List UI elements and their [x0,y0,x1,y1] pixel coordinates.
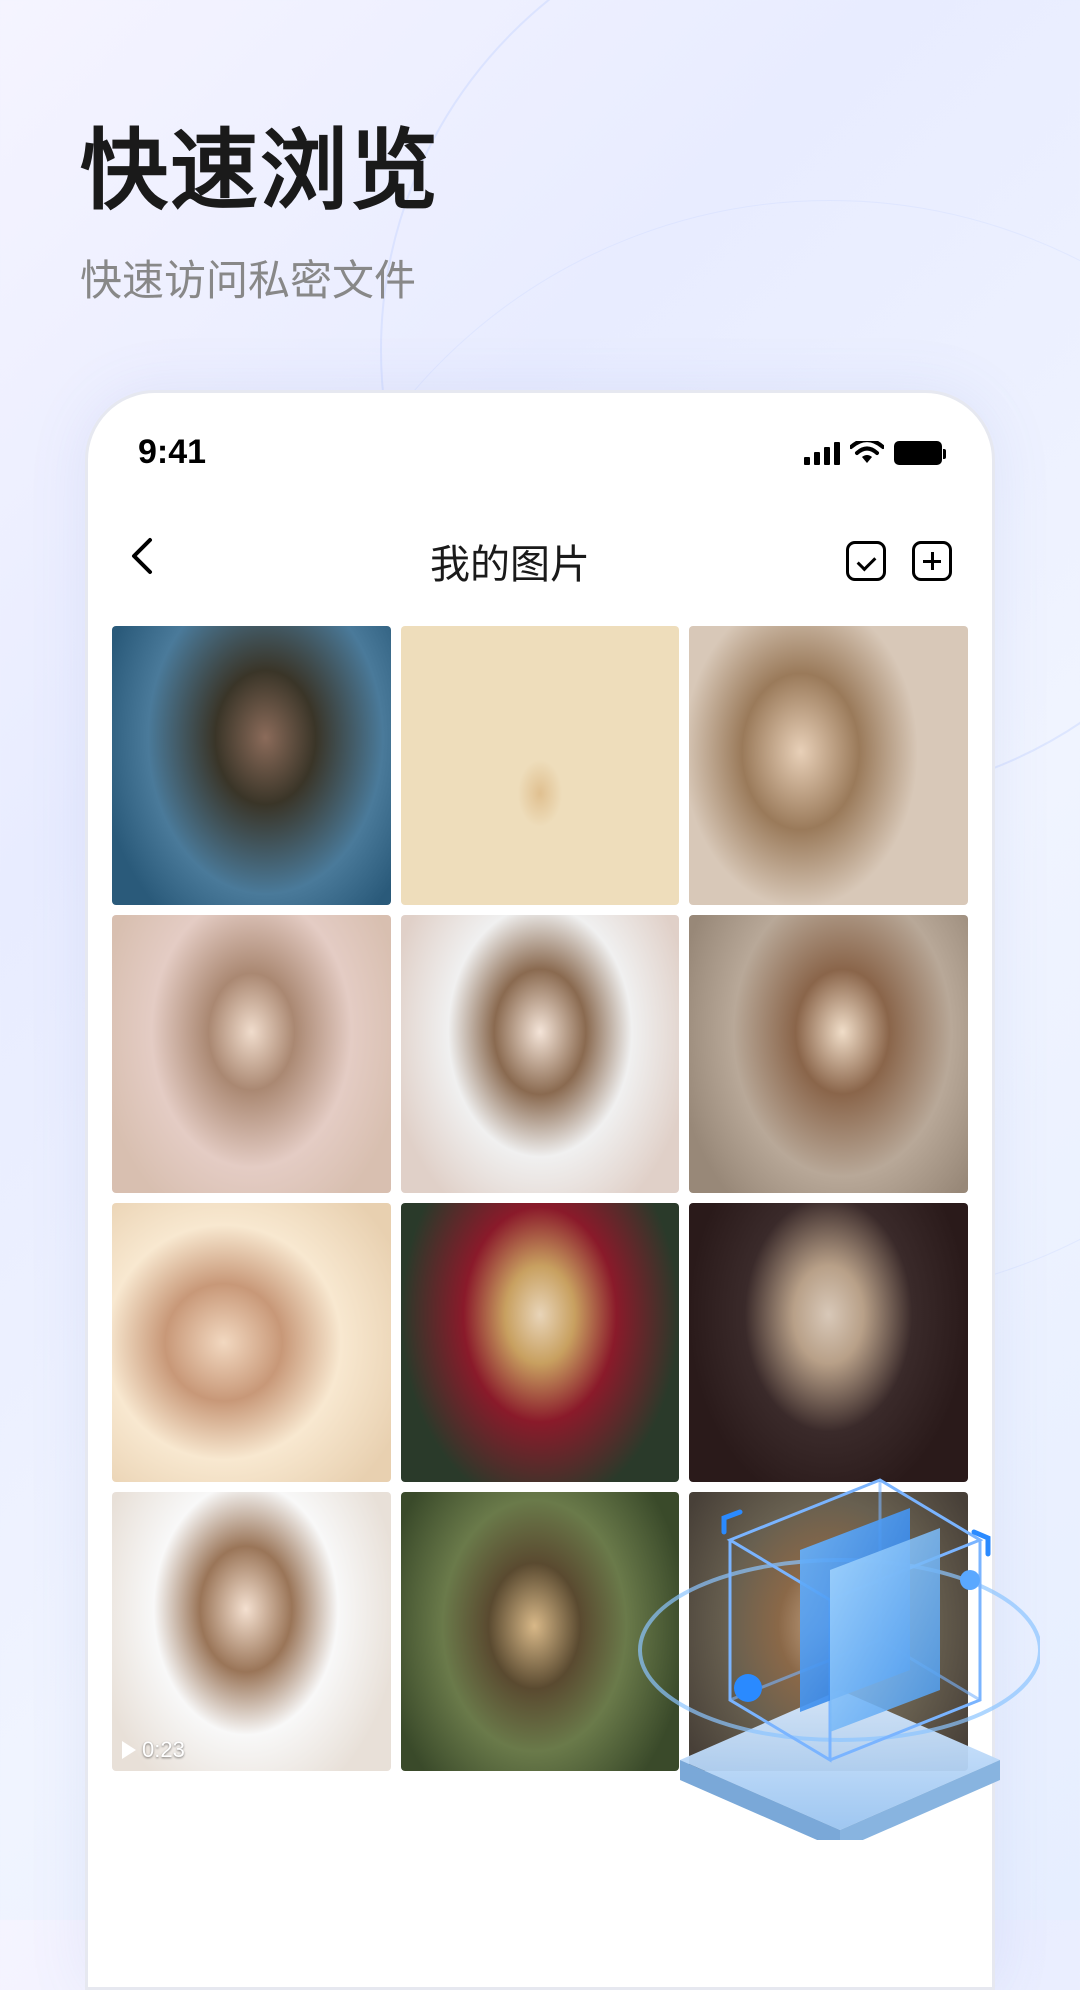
photo-thumb[interactable] [401,626,680,905]
select-mode-icon[interactable] [846,541,886,581]
play-icon [122,1741,136,1759]
cellular-signal-icon [804,441,840,465]
photo-thumb[interactable] [689,626,968,905]
wifi-icon [850,441,884,465]
promo-header: 快速浏览 快速访问私密文件 [80,100,440,308]
video-duration-overlay: 0:23 [122,1737,185,1763]
photo-thumb[interactable] [112,1203,391,1482]
header-actions [842,541,952,581]
promo-subtitle: 快速访问私密文件 [80,247,440,308]
photo-thumb[interactable] [401,1203,680,1482]
photo-thumb[interactable] [689,1492,968,1771]
phone-mockup: 9:41 我的图片 [85,390,995,1990]
photo-thumb[interactable] [401,915,680,1194]
back-button[interactable] [128,536,178,587]
photo-grid: 0:23 [88,626,992,1771]
video-duration: 0:23 [142,1737,185,1763]
status-bar: 9:41 [88,393,992,492]
battery-icon [894,441,942,465]
photo-thumb[interactable] [689,1203,968,1482]
photo-thumb[interactable] [401,1492,680,1771]
promo-title: 快速浏览 [80,100,440,227]
add-icon[interactable] [912,541,952,581]
status-time: 9:41 [138,433,206,472]
status-icons [804,441,942,465]
photo-thumb[interactable] [689,915,968,1194]
page-title: 我的图片 [178,532,842,590]
app-header: 我的图片 [88,492,992,626]
photo-thumb[interactable] [112,915,391,1194]
video-thumb[interactable]: 0:23 [112,1492,391,1771]
photo-thumb[interactable] [112,626,391,905]
